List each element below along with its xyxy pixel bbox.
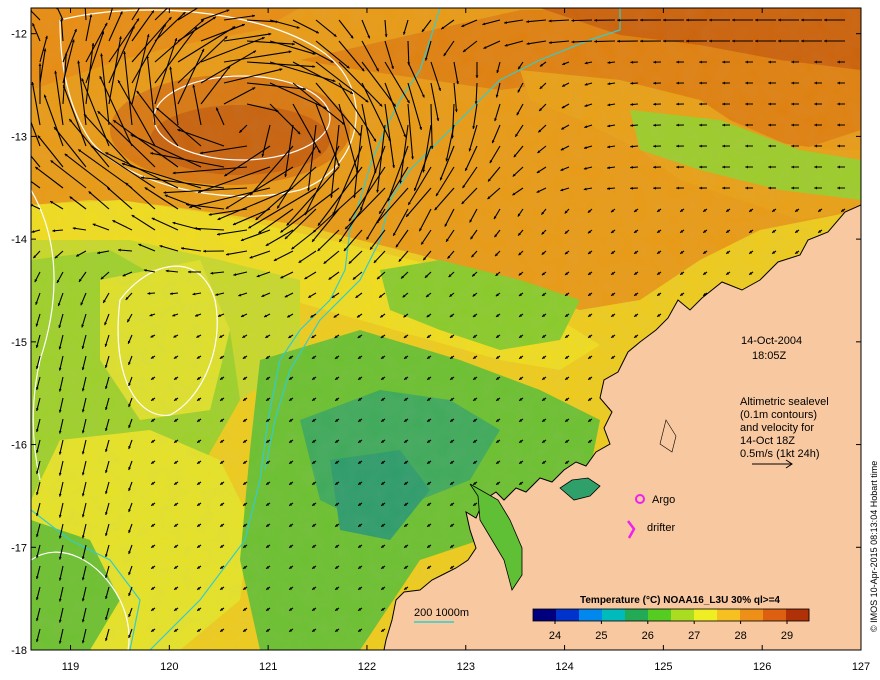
altimetry-note-line: Altimetric sealevel xyxy=(740,396,829,408)
x-tick-label: 126 xyxy=(753,661,771,673)
altimetry-note-line: 0.5m/s (1kt 24h) xyxy=(740,448,819,460)
x-tick-label: 123 xyxy=(457,661,475,673)
velocity-arrow-head xyxy=(141,1,144,4)
x-tick-label: 120 xyxy=(160,661,178,673)
map-time: 18:05Z xyxy=(752,350,787,362)
isobath-legend-label: 200 1000m xyxy=(414,607,469,619)
y-tick-label: -17 xyxy=(11,542,27,554)
x-tick-label: 124 xyxy=(555,661,573,673)
x-tick-label: 125 xyxy=(654,661,672,673)
colorbar-cell xyxy=(740,609,764,621)
sst-map-figure: Argo drifter 14-Oct-2004 18:05Z Altimetr… xyxy=(11,1,879,673)
map-date: 14-Oct-2004 xyxy=(741,335,802,347)
velocity-arrow-head xyxy=(24,105,27,108)
altimetry-note-line: 14-Oct 18Z xyxy=(740,435,795,447)
colorbar-cell xyxy=(671,609,695,621)
x-tick-label: 119 xyxy=(62,661,80,673)
colorbar-tick-label: 27 xyxy=(688,630,700,642)
x-tick-label: 127 xyxy=(852,661,870,673)
y-tick-label: -14 xyxy=(11,234,27,246)
colorbar-tick-label: 29 xyxy=(781,630,793,642)
velocity-arrow-head xyxy=(84,4,87,7)
x-tick-label: 122 xyxy=(358,661,376,673)
velocity-arrow xyxy=(571,19,593,22)
velocity-arrow xyxy=(594,40,616,43)
y-tick-label: -13 xyxy=(11,131,27,143)
velocity-arrow-head xyxy=(170,2,173,5)
colorbar-tick-label: 25 xyxy=(595,630,607,642)
colorbar-title: Temperature (°C) NOAA16_L3U 30% ql>=4 xyxy=(580,595,780,606)
colorbar-tick-label: 28 xyxy=(734,630,746,642)
colorbar-cell xyxy=(556,609,580,621)
altimetry-note-line: (0.1m contours) xyxy=(740,409,817,421)
drifter-label: drifter xyxy=(647,522,675,534)
argo-label: Argo xyxy=(652,494,675,506)
colorbar-cell xyxy=(648,609,672,621)
colorbar-cell xyxy=(625,609,649,621)
y-tick-label: -15 xyxy=(11,337,27,349)
colorbar-cell xyxy=(579,609,603,621)
colorbar-cell xyxy=(602,609,626,621)
colorbar-cell xyxy=(786,609,810,621)
colorbar-cell xyxy=(717,609,741,621)
y-tick-label: -12 xyxy=(11,29,27,41)
y-tick-label: -18 xyxy=(11,645,27,657)
colorbar-cell xyxy=(694,609,718,621)
x-tick-label: 121 xyxy=(259,661,277,673)
altimetry-note-line: and velocity for xyxy=(740,422,814,434)
y-tick-label: -16 xyxy=(11,440,27,452)
velocity-arrow-head xyxy=(112,2,115,5)
colorbar-tick-label: 24 xyxy=(549,630,561,642)
velocity-arrow-head xyxy=(19,172,22,175)
credit-text: © IMOS 10-Apr-2015 08:13:04 Hobart time xyxy=(869,461,879,632)
colorbar-cell xyxy=(763,609,787,621)
colorbar-scale xyxy=(532,608,810,622)
colorbar-tick-label: 26 xyxy=(642,630,654,642)
colorbar-cell xyxy=(533,609,557,621)
